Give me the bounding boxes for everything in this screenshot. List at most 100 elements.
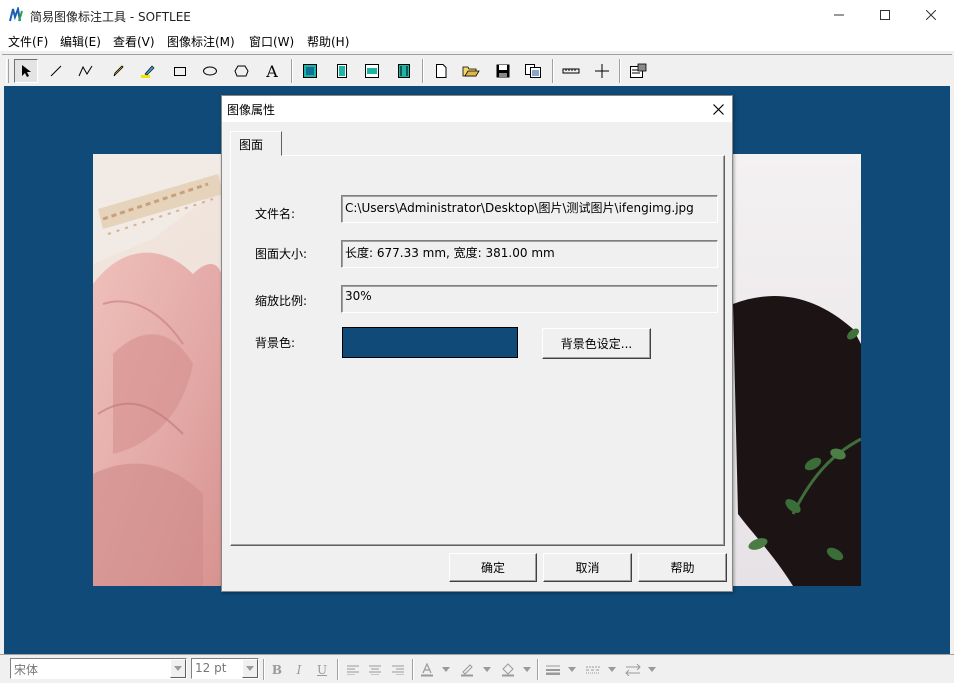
ellipse-tool-button[interactable] xyxy=(198,59,222,83)
text-color-dropdown[interactable] xyxy=(440,659,452,680)
chevron-down-icon xyxy=(483,667,491,672)
format-separator xyxy=(263,659,265,680)
menu-file[interactable]: 文件(F) xyxy=(8,33,48,50)
line-width-button[interactable] xyxy=(543,659,563,680)
line-color-button[interactable] xyxy=(457,659,477,680)
arrow-style-button[interactable] xyxy=(623,659,643,680)
bold-button[interactable]: B xyxy=(268,659,286,680)
line-width-dropdown[interactable] xyxy=(566,659,578,680)
actual-size-button[interactable] xyxy=(392,59,416,83)
save-icon xyxy=(496,64,510,78)
background-color-button[interactable]: 背景色设定... xyxy=(542,328,651,359)
help-button[interactable]: 帮助 xyxy=(638,553,727,582)
fit-height-button[interactable] xyxy=(360,59,384,83)
arrows-icon xyxy=(625,663,641,676)
fill-color-dropdown[interactable] xyxy=(521,659,533,680)
text-color-icon xyxy=(421,662,433,676)
menu-edit[interactable]: 编辑(E) xyxy=(60,33,101,50)
actual-size-icon xyxy=(398,64,410,78)
copy-icon xyxy=(525,64,541,78)
image-properties-dialog: 图像属性 图面 文件名: C:\Users\Administrator\Desk… xyxy=(221,95,733,592)
dialog-close-button[interactable] xyxy=(704,96,732,122)
italic-icon: I xyxy=(296,662,302,677)
align-left-icon xyxy=(347,665,359,675)
highlighter-tool-button[interactable] xyxy=(136,59,160,83)
polygon-tool-button[interactable] xyxy=(230,59,254,83)
align-center-button[interactable] xyxy=(366,659,384,680)
filename-field: C:\Users\Administrator\Desktop\图片\测试图片\i… xyxy=(341,195,718,223)
line-style-button[interactable] xyxy=(583,659,603,680)
minimize-icon xyxy=(834,14,844,16)
fill-color-button[interactable] xyxy=(498,659,518,680)
underline-icon: U xyxy=(316,662,328,677)
arrow-style-dropdown[interactable] xyxy=(646,659,658,680)
fit-height-icon xyxy=(365,64,379,78)
pencil-tool-button[interactable] xyxy=(106,59,130,83)
text-color-button[interactable] xyxy=(418,659,436,680)
menu-annotate[interactable]: 图像标注(M) xyxy=(167,33,235,50)
menu-window[interactable]: 窗口(W) xyxy=(249,33,294,50)
line-style-dropdown[interactable] xyxy=(606,659,618,680)
tab-panel: 文件名: C:\Users\Administrator\Desktop\图片\测… xyxy=(230,155,725,546)
polyline-tool-button[interactable] xyxy=(74,59,98,83)
dialog-title-bar[interactable]: 图像属性 xyxy=(222,96,732,122)
font-dropdown-button[interactable] xyxy=(170,659,186,678)
font-select[interactable]: 宋体 xyxy=(10,658,187,679)
filename-label: 文件名: xyxy=(255,207,296,221)
format-separator xyxy=(337,659,339,680)
open-folder-button[interactable] xyxy=(459,59,483,83)
maximize-button[interactable] xyxy=(862,0,908,30)
font-size-select[interactable]: 12 pt xyxy=(191,658,259,679)
underline-button[interactable]: U xyxy=(313,659,331,680)
menu-bar: 文件(F) 编辑(E) 查看(V) 图像标注(M) 窗口(W) 帮助(H) xyxy=(0,30,954,51)
toolbar-separator xyxy=(552,59,554,83)
align-left-button[interactable] xyxy=(344,659,362,680)
toolbar-grip[interactable] xyxy=(6,59,9,83)
ruler-icon xyxy=(562,68,580,74)
minimize-button[interactable] xyxy=(816,0,862,30)
new-file-button[interactable] xyxy=(429,59,453,83)
pen-color-icon xyxy=(461,663,473,676)
zoom-label: 缩放比例: xyxy=(255,294,308,308)
format-separator xyxy=(537,659,539,680)
ruler-button[interactable] xyxy=(559,59,583,83)
close-button[interactable] xyxy=(908,0,954,30)
select-tool-button[interactable] xyxy=(14,59,38,83)
zoom-field: 30% xyxy=(341,285,718,313)
font-size-dropdown-button[interactable] xyxy=(242,659,258,678)
menu-help[interactable]: 帮助(H) xyxy=(307,33,349,50)
crosshair-button[interactable] xyxy=(590,59,614,83)
title-bar: 简易图像标注工具 - SOFTLEE xyxy=(0,0,954,30)
open-folder-icon xyxy=(462,66,480,77)
chevron-down-icon xyxy=(442,667,450,672)
window-title: 简易图像标注工具 - SOFTLEE xyxy=(30,10,191,24)
toolbar-separator xyxy=(619,59,621,83)
line-color-dropdown[interactable] xyxy=(481,659,493,680)
size-field: 长度: 677.33 mm, 宽度: 381.00 mm xyxy=(341,240,718,268)
new-file-icon xyxy=(436,64,447,78)
properties-button[interactable] xyxy=(626,59,650,83)
fit-page-button[interactable] xyxy=(298,59,322,83)
menu-view[interactable]: 查看(V) xyxy=(113,33,155,50)
rectangle-tool-button[interactable] xyxy=(168,59,192,83)
toolbar-separator xyxy=(422,59,424,83)
chevron-down-icon xyxy=(246,666,254,671)
copy-button[interactable] xyxy=(521,59,545,83)
chevron-down-icon xyxy=(648,667,656,672)
tab-label: 图面 xyxy=(239,138,264,152)
tab-surface[interactable]: 图面 xyxy=(230,131,282,156)
chevron-down-icon xyxy=(568,667,576,672)
save-button[interactable] xyxy=(491,59,515,83)
ok-button[interactable]: 确定 xyxy=(449,553,537,582)
line-tool-button[interactable] xyxy=(44,59,68,83)
fit-width-button[interactable] xyxy=(330,59,354,83)
crosshair-icon xyxy=(595,64,609,78)
italic-button[interactable]: I xyxy=(290,659,308,680)
dialog-title: 图像属性 xyxy=(227,103,276,117)
chevron-down-icon xyxy=(608,667,616,672)
align-right-button[interactable] xyxy=(389,659,407,680)
close-icon xyxy=(926,10,936,20)
align-right-icon xyxy=(392,665,404,675)
cancel-button[interactable]: 取消 xyxy=(543,553,632,582)
text-tool-button[interactable]: A xyxy=(260,59,284,83)
